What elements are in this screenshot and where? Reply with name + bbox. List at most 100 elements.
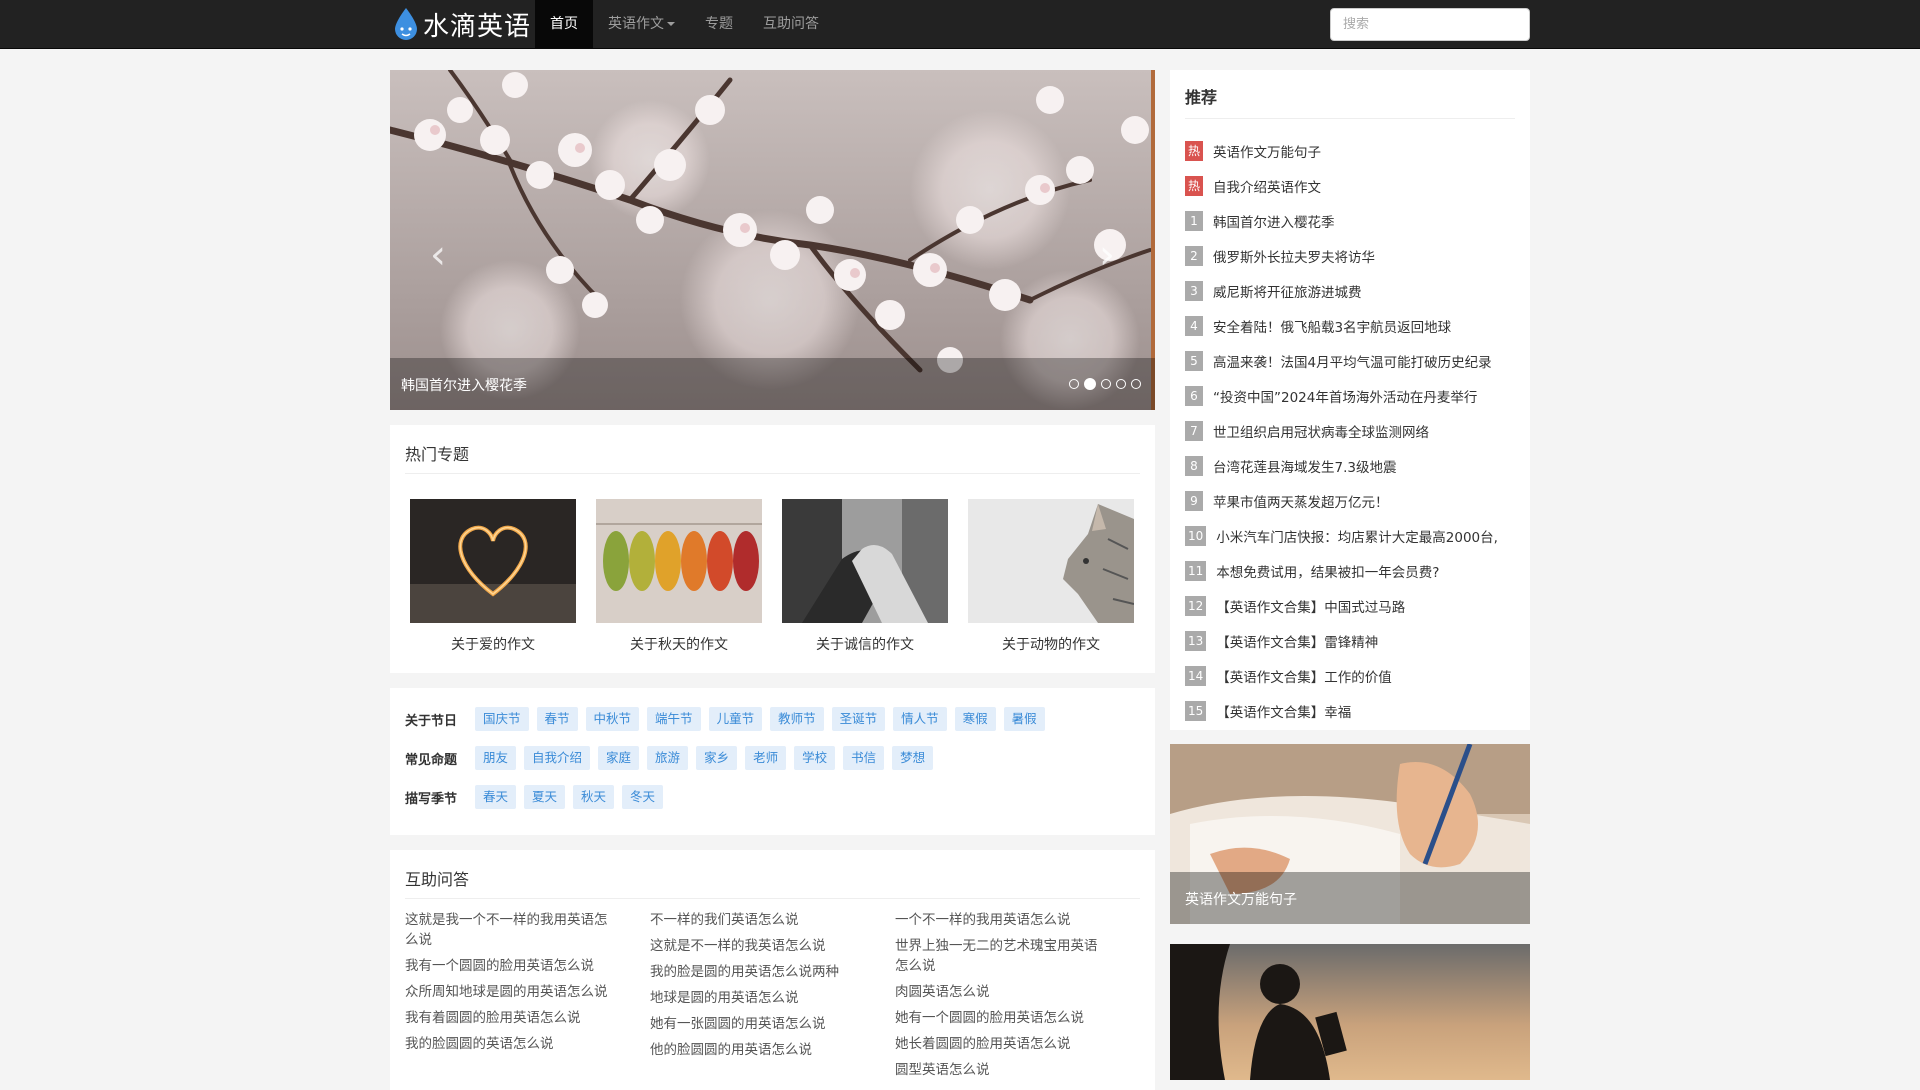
recommend-item[interactable]: 2 俄罗斯外长拉夫罗夫将访华 (1185, 238, 1515, 273)
recommend-item-text: 韩国首尔进入樱花季 (1213, 214, 1335, 231)
qa-question-link[interactable]: 她有一张圆圆的用英语怎么说 (650, 1014, 865, 1034)
qa-question-link[interactable]: 不一样的我们英语怎么说 (650, 910, 865, 930)
qa-question-link[interactable]: 他的脸圆圆的用英语怎么说 (650, 1040, 865, 1060)
tag-chip[interactable]: 自我介绍 (524, 746, 591, 770)
feature-card-writing[interactable]: 英语作文万能句子 (1170, 744, 1530, 924)
recommend-item[interactable]: 13 【英语作文合集】雷锋精神 (1185, 623, 1515, 658)
recommend-item-text: 世卫组织启用冠状病毒全球监测网络 (1213, 424, 1429, 441)
qa-question-link[interactable]: 这就是不一样的我英语怎么说 (650, 936, 865, 956)
recommend-item[interactable]: 9 苹果市值两天蒸发超万亿元！ (1185, 483, 1515, 518)
carousel-caption[interactable]: 韩国首尔进入樱花季 (401, 375, 527, 395)
carousel-prev-icon[interactable]: ‹ (430, 235, 446, 275)
carousel-dot-active[interactable] (1084, 378, 1096, 390)
tag-chip[interactable]: 国庆节 (475, 707, 529, 731)
water-drop-icon (395, 8, 417, 40)
search-input[interactable] (1330, 8, 1530, 41)
tag-chip[interactable]: 春天 (475, 785, 517, 809)
qa-question-link[interactable]: 肉圆英语怎么说 (895, 982, 1110, 1002)
nav-item-qa[interactable]: 互助问答 (748, 0, 834, 49)
recommend-item-text: 自我介绍英语作文 (1213, 179, 1322, 196)
qa-question-link[interactable]: 我有一个圆圆的脸用英语怎么说 (405, 956, 620, 976)
rank-badge: 6 (1185, 385, 1203, 406)
tag-chip[interactable]: 家庭 (598, 746, 640, 770)
qa-column: 不一样的我们英语怎么说 这就是不一样的我英语怎么说 我的脸是圆的用英语怎么说两种 地球… (650, 910, 865, 1066)
recommend-item-text: 【英语作文合集】幸福 (1216, 704, 1352, 721)
nav-item-topics[interactable]: 专题 (690, 0, 748, 49)
tag-chip[interactable]: 情人节 (893, 707, 947, 731)
topic-card-autumn[interactable]: 关于秋天的作文 (596, 499, 762, 654)
tag-chip[interactable]: 圣诞节 (831, 707, 886, 731)
nav-label: 英语作文 (608, 16, 664, 32)
carousel-dot[interactable] (1131, 379, 1141, 389)
rank-badge: 11 (1185, 560, 1207, 581)
qa-question-link[interactable]: 地球是圆的用英语怎么说 (650, 988, 865, 1008)
qa-question-link[interactable]: 世界上独一无二的艺术瑰宝用英语怎么说 (895, 936, 1110, 976)
feature-card-reading[interactable] (1170, 944, 1530, 1080)
site-logo[interactable]: 水滴英语 (393, 6, 531, 42)
recommend-item[interactable]: 10 小米汽车门店快报：均店累计大定最高2000台, (1185, 518, 1515, 553)
recommend-item-text: 俄罗斯外长拉夫罗夫将访华 (1213, 249, 1375, 266)
recommend-item[interactable]: 12 【英语作文合集】中国式过马路 (1185, 588, 1515, 623)
tag-chip[interactable]: 端午节 (647, 707, 701, 731)
qa-question-link[interactable]: 一个不一样的我用英语怎么说 (895, 910, 1110, 930)
tag-chip[interactable]: 春节 (536, 707, 578, 731)
tag-chip[interactable]: 学校 (794, 746, 836, 770)
tag-row-title: 关于节日 (405, 713, 458, 729)
tag-chip[interactable]: 老师 (745, 746, 787, 770)
recommend-item[interactable]: 3 威尼斯将开征旅游进城费 (1185, 273, 1515, 308)
tag-chip[interactable]: 冬天 (622, 785, 664, 809)
top-navbar: 水滴英语 首页 英语作文 专题 互助问答 (0, 0, 1920, 49)
recommend-item[interactable]: 7 世卫组织启用冠状病毒全球监测网络 (1185, 413, 1515, 448)
qa-question-link[interactable]: 这就是我一个不一样的我用英语怎么说 (405, 910, 620, 950)
recommend-item[interactable]: 14 【英语作文合集】工作的价值 (1185, 658, 1515, 693)
tag-chip[interactable]: 中秋节 (585, 707, 640, 731)
topic-label: 关于秋天的作文 (630, 637, 728, 653)
hot-topics-panel: 热门专题 关于爱的作文 关于秋天的作文 关于诚信的作文 关于动物的作文 (390, 425, 1155, 673)
topic-card-honesty[interactable]: 关于诚信的作文 (782, 499, 948, 654)
recommend-item[interactable]: 热自我介绍英语作文 (1185, 168, 1515, 203)
topic-card-love[interactable]: 关于爱的作文 (410, 499, 576, 654)
carousel-dot[interactable] (1069, 379, 1079, 389)
topic-card-animal[interactable]: 关于动物的作文 (968, 499, 1134, 654)
divider (405, 898, 1140, 899)
nav-item-english-essay[interactable]: 英语作文 (593, 0, 690, 49)
qa-question-link[interactable]: 她长着圆圆的脸用英语怎么说 (895, 1034, 1110, 1054)
qa-question-link[interactable]: 我有着圆圆的脸用英语怎么说 (405, 1008, 620, 1028)
tag-chip[interactable]: 朋友 (475, 746, 517, 770)
qa-question-link[interactable]: 圆型英语怎么说 (895, 1060, 1110, 1080)
recommend-item[interactable]: 4 安全着陆！俄飞船载3名宇航员返回地球 (1185, 308, 1515, 343)
nav-label: 专题 (705, 16, 733, 32)
recommend-item-text: 苹果市值两天蒸发超万亿元！ (1213, 494, 1389, 511)
recommend-item[interactable]: 15 【英语作文合集】幸福 (1185, 693, 1515, 728)
tag-chip[interactable]: 教师节 (770, 707, 824, 731)
recommend-item[interactable]: 1 韩国首尔进入樱花季 (1185, 203, 1515, 238)
qa-question-link[interactable]: 众所周知地球是圆的用英语怎么说 (405, 982, 620, 1002)
tag-chip[interactable]: 暑假 (1003, 707, 1045, 731)
tag-chip[interactable]: 家乡 (696, 746, 738, 770)
carousel-dot[interactable] (1116, 379, 1126, 389)
carousel-dot[interactable] (1101, 379, 1111, 389)
tag-chip[interactable]: 儿童节 (708, 707, 763, 731)
rank-badge: 2 (1185, 245, 1203, 266)
tag-chip[interactable]: 梦想 (892, 746, 934, 770)
nav-item-home[interactable]: 首页 (535, 0, 593, 49)
qa-question-link[interactable]: 我的脸圆圆的英语怎么说 (405, 1034, 620, 1054)
recommend-item[interactable]: 5 高温来袭！法国4月平均气温可能打破历史纪录 (1185, 343, 1515, 378)
rank-badge: 1 (1185, 210, 1203, 231)
recommend-item[interactable]: 11 本想免费试用，结果被扣一年会员费? (1185, 553, 1515, 588)
hot-topics-title: 热门专题 (405, 445, 470, 464)
recommend-item[interactable]: 热英语作文万能句子 (1185, 133, 1515, 168)
tag-chip[interactable]: 秋天 (573, 785, 615, 809)
tag-chip[interactable]: 旅游 (647, 746, 689, 770)
qa-question-link[interactable]: 她有一个圆圆的脸用英语怎么说 (895, 1008, 1110, 1028)
carousel-next-icon[interactable]: › (1099, 235, 1115, 275)
hero-carousel[interactable]: ‹ › 韩国首尔进入樱花季 (390, 70, 1155, 410)
recommend-item[interactable]: 8 台湾花莲县海域发生7.3级地震 (1185, 448, 1515, 483)
tag-row-title: 描写季节 (405, 791, 458, 807)
tag-chip[interactable]: 寒假 (954, 707, 996, 731)
tag-chip[interactable]: 夏天 (524, 785, 566, 809)
qa-question-link[interactable]: 我的脸是圆的用英语怎么说两种 (650, 962, 865, 982)
recommend-item[interactable]: 6 “投资中国”2024年首场海外活动在丹麦举行 (1185, 378, 1515, 413)
recommend-item-text: 【英语作文合集】雷锋精神 (1216, 634, 1379, 651)
tag-chip[interactable]: 书信 (843, 746, 885, 770)
